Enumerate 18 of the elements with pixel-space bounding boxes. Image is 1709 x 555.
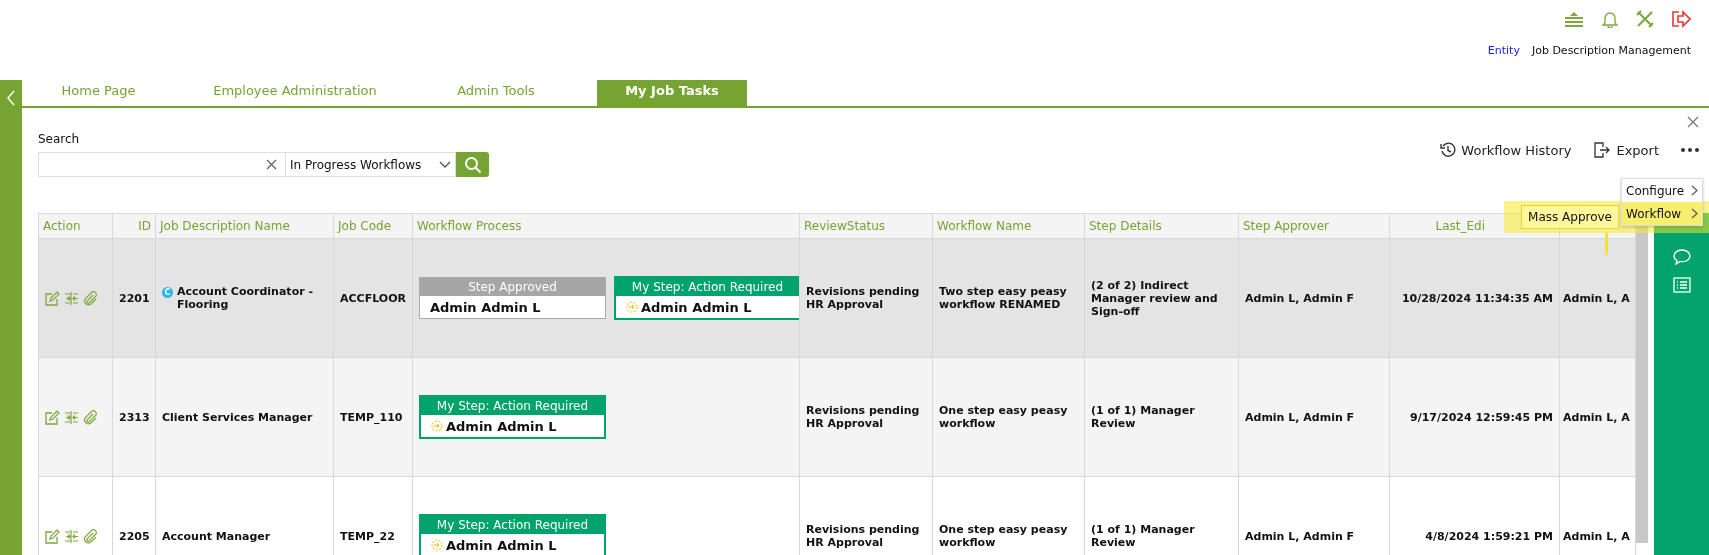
table-cell: Admin L, Admin F [1238, 238, 1390, 358]
table-cell: One step easy peasy workflow [932, 357, 1085, 477]
table-cell: Admin L, A [1559, 357, 1636, 477]
table-cell: 2201 [112, 238, 156, 358]
table-cell: 2313 [112, 357, 156, 477]
status-badge: C [162, 287, 173, 298]
table-cell: 10/28/2024 11:34:35 AM [1389, 238, 1560, 358]
table-cell: Revisions pending HR Approval [799, 357, 933, 477]
table-cell: Two step easy peasy workflow RENAMED [932, 238, 1085, 358]
table-cell: (2 of 2) Indirect Manager review and Sign-off [1084, 238, 1239, 358]
search-label: Search [38, 132, 81, 146]
table-cell: 9/17/2024 12:59:45 PM [1389, 357, 1560, 477]
table-cell: Admin L, Admin F [1238, 357, 1390, 477]
table-cell: TEMP_110 [333, 357, 413, 477]
module-name: Job Description Management [1531, 44, 1691, 57]
table-cell: ACCFLOOR [333, 238, 413, 358]
table-cell: Revisions pending HR Approval [799, 238, 933, 358]
table-cell: (1 of 1) Manager Review [1084, 357, 1239, 477]
